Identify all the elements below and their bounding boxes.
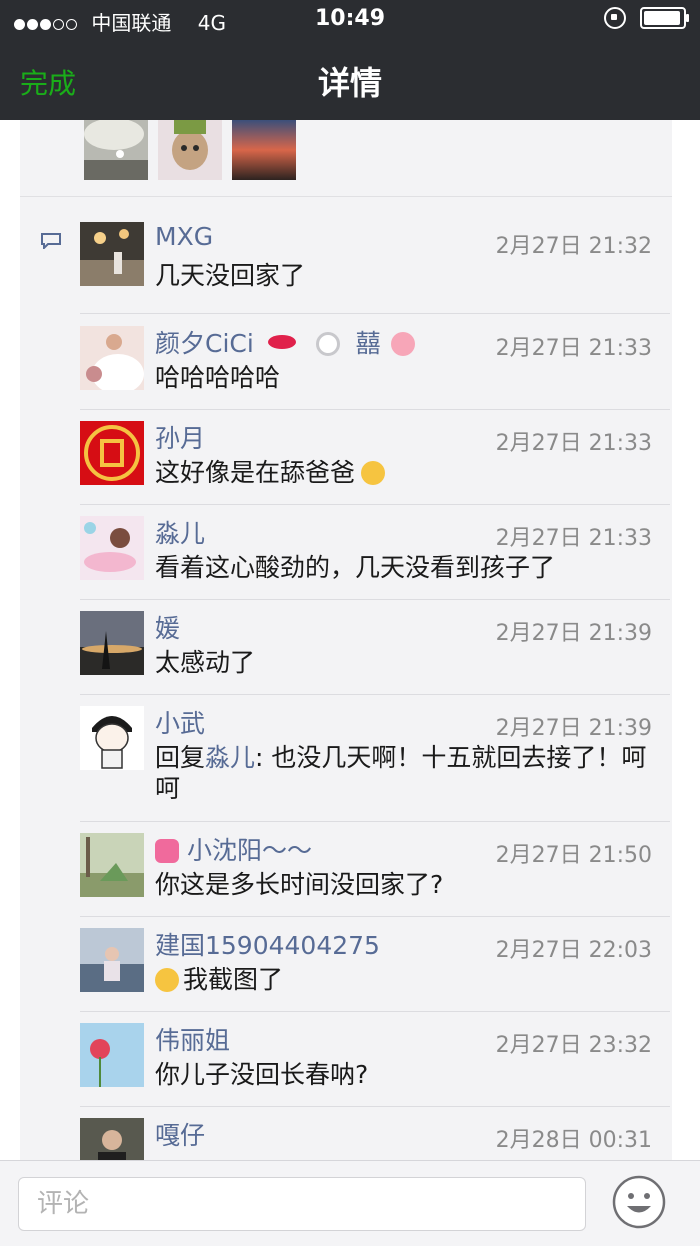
comment-time: 2月27日 22:03	[495, 938, 652, 963]
comment-text: 看着这心酸劲的，几天没看到孩子了	[155, 553, 556, 582]
battery-icon	[640, 7, 689, 29]
comment-author[interactable]: 颜夕CiCi 囍	[155, 324, 415, 360]
comment-time: 2月27日 21:39	[495, 621, 652, 646]
thinking-emoji-icon	[361, 461, 386, 485]
comment-item[interactable]: 淼儿 2月27日 21:33 看着这心酸劲的，几天没看到孩子了	[80, 514, 670, 604]
avatar[interactable]	[80, 833, 144, 897]
top-bar: 中国联通 4G 10:49 完成 详情	[0, 0, 700, 120]
comment-author[interactable]: 伟丽姐	[155, 1021, 230, 1057]
comment-time: 2月27日 21:33	[495, 526, 652, 551]
comment-author[interactable]: MXG	[155, 222, 213, 251]
avatar[interactable]	[80, 706, 144, 770]
avatar[interactable]	[80, 421, 144, 485]
comment-item[interactable]: MXG 2月27日 21:32 几天没回家了	[80, 222, 670, 322]
comment-author[interactable]: 小武	[155, 704, 205, 740]
comment-item[interactable]: 建国15904404275 2月27日 22:03 我截图了	[80, 926, 670, 1016]
comment-item[interactable]: 嘎仔 2月28日 00:31	[80, 1116, 670, 1160]
avatar[interactable]	[80, 222, 144, 286]
comment-time: 2月27日 21:33	[495, 431, 652, 456]
comment-text: 太感动了	[155, 648, 256, 677]
avatar[interactable]	[80, 1023, 144, 1087]
comment-input-bar: 评论	[0, 1160, 700, 1246]
heart-gift-emoji-icon	[155, 839, 179, 863]
comment-time: 2月27日 21:50	[495, 843, 652, 868]
comment-time: 2月27日 21:33	[495, 336, 652, 361]
avatar[interactable]	[80, 611, 144, 675]
comment-time: 2月27日 21:32	[495, 234, 652, 259]
comment-author[interactable]: 媛	[155, 609, 180, 645]
comment-bubble-icon	[41, 233, 61, 249]
page-title: 详情	[317, 64, 382, 102]
comment-text: 回复淼儿: 也没几天啊！十五就回去接了！呵呵	[155, 743, 647, 803]
comment-text: 我截图了	[155, 964, 655, 995]
status-bar: 中国联通 4G 10:49	[0, 0, 700, 40]
comment-text: 你这是多长时间没回家了?	[155, 870, 444, 899]
comment-time: 2月27日 21:39	[495, 716, 652, 741]
smiley-face-icon[interactable]	[612, 1175, 666, 1229]
liker-avatar[interactable]	[84, 120, 148, 180]
reply-mention[interactable]: 淼儿	[205, 743, 255, 772]
comment-author[interactable]: 建国15904404275	[155, 926, 380, 962]
comment-text: 这好像是在舔爸爸	[155, 457, 655, 488]
avatar[interactable]	[80, 1118, 144, 1160]
comment-author[interactable]: 孙月	[155, 419, 205, 455]
comment-item[interactable]: 颜夕CiCi 囍 2月27日 21:33 哈哈哈哈哈	[80, 324, 670, 414]
avatar[interactable]	[80, 516, 144, 580]
comments-panel[interactable]: MXG 2月27日 21:32 几天没回家了 颜夕CiCi 囍 2月27日 21…	[0, 120, 700, 1160]
comment-item[interactable]: 孙月 2月27日 21:33 这好像是在舔爸爸	[80, 419, 670, 509]
status-time: 10:49	[314, 6, 386, 31]
liker-avatar[interactable]	[232, 120, 296, 180]
liker-avatar[interactable]	[158, 120, 222, 180]
comment-author[interactable]: 嘎仔	[155, 1116, 205, 1152]
comment-time: 2月27日 23:32	[495, 1033, 652, 1058]
comment-input[interactable]: 评论	[18, 1177, 586, 1231]
comment-item[interactable]: 小沈阳～～ 2月27日 21:50 你这是多长时间没回家了?	[80, 831, 670, 921]
avatar[interactable]	[80, 326, 144, 390]
comment-text: 几天没回家了	[155, 261, 306, 290]
comment-author[interactable]: 淼儿	[155, 514, 205, 550]
pig-emoji-icon	[390, 332, 415, 356]
liker-avatars	[84, 120, 296, 180]
lips-emoji-icon	[267, 335, 296, 349]
comment-item[interactable]: 伟丽姐 2月27日 23:32 你儿子没回长春呐?	[80, 1021, 670, 1111]
comment-time: 2月28日 00:31	[495, 1128, 652, 1153]
avatar[interactable]	[80, 928, 144, 992]
comment-text: 你儿子没回长春呐?	[155, 1060, 369, 1089]
ring-emoji-icon	[315, 332, 340, 356]
comment-author[interactable]: 小沈阳～～	[155, 831, 312, 867]
comment-item[interactable]: 小武 2月27日 21:39 回复淼儿: 也没几天啊！十五就回去接了！呵呵	[80, 704, 670, 824]
rotation-lock-icon	[604, 7, 626, 29]
crying-emoji-icon	[155, 968, 179, 992]
comment-item[interactable]: 媛 2月27日 21:39 太感动了	[80, 609, 670, 699]
comment-text: 哈哈哈哈哈	[155, 363, 281, 392]
